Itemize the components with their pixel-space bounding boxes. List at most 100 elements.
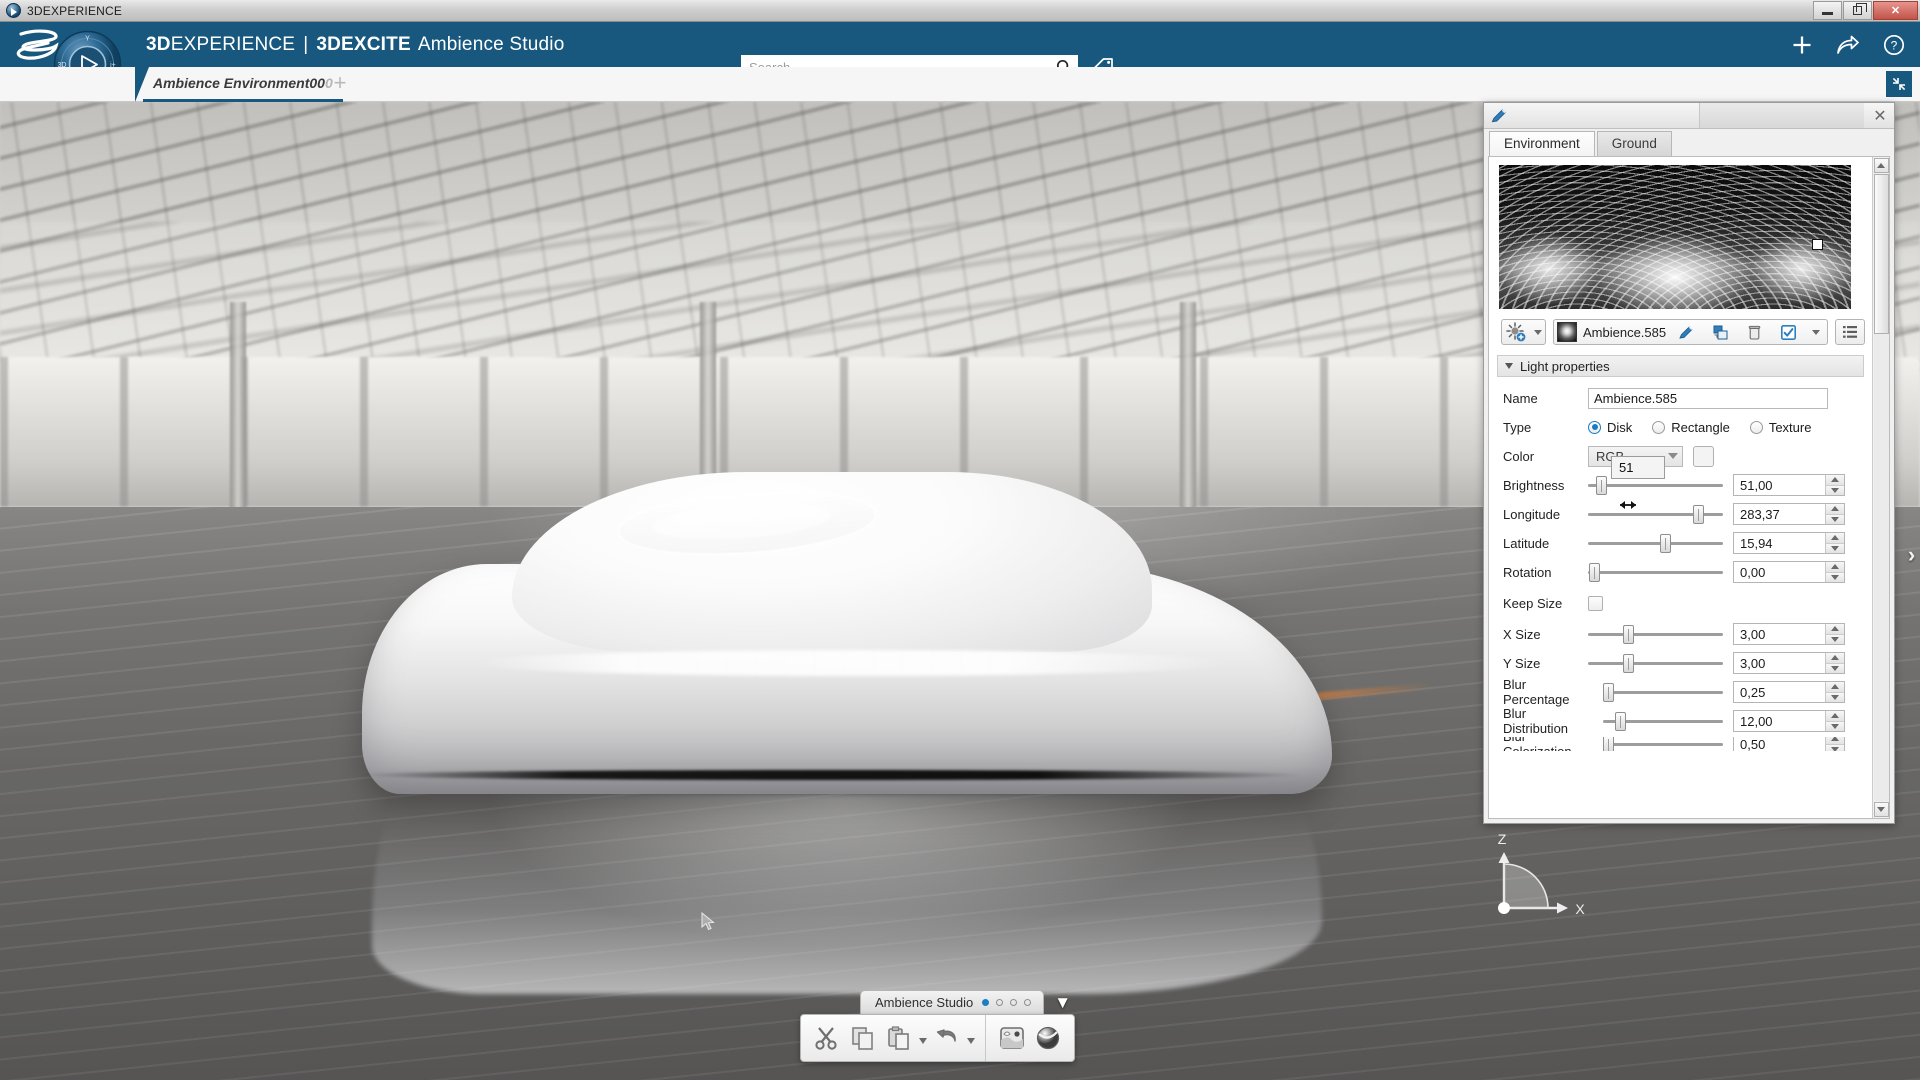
name-field[interactable] <box>1588 387 1828 409</box>
y-size-slider[interactable] <box>1588 653 1723 674</box>
latitude-slider-thumb[interactable] <box>1659 533 1671 553</box>
edit-light-button[interactable] <box>1672 320 1700 344</box>
selected-light-row[interactable]: Ambience.585 <box>1553 319 1829 345</box>
undo-button[interactable] <box>929 1018 965 1058</box>
light-properties-section-header[interactable]: Light properties <box>1497 355 1864 377</box>
add-icon[interactable] <box>1790 33 1814 57</box>
delete-light-button[interactable] <box>1740 320 1768 344</box>
add-light-icon[interactable] <box>1502 320 1530 344</box>
chevron-down-icon[interactable]: ▼ <box>1054 994 1071 1011</box>
add-light-caret-icon[interactable] <box>1530 320 1545 344</box>
latitude-increment[interactable] <box>1826 533 1844 543</box>
scrollbar-track[interactable] <box>1873 174 1889 801</box>
brightness-spinner[interactable]: 51,00 <box>1733 474 1845 496</box>
latitude-spinner[interactable]: 15,94 <box>1733 532 1845 554</box>
bottom-bar-dot-3[interactable] <box>1010 999 1018 1006</box>
collapse-panel-button[interactable] <box>1886 71 1912 97</box>
copy-button[interactable] <box>845 1018 881 1058</box>
blur-percentage-decrement[interactable] <box>1826 691 1844 702</box>
light-position-marker[interactable] <box>1812 239 1823 250</box>
list-view-icon[interactable] <box>1836 320 1864 344</box>
brightness-increment[interactable] <box>1826 475 1844 485</box>
share-icon[interactable] <box>1836 33 1860 57</box>
blur-percentage-slider-thumb[interactable] <box>1603 682 1614 702</box>
document-tab-ambience-environment[interactable]: Ambience Environment00 0 <box>143 67 343 102</box>
material-button[interactable] <box>1030 1018 1066 1058</box>
x-size-slider-thumb[interactable] <box>1623 624 1635 644</box>
tab-environment[interactable]: Environment <box>1489 131 1595 156</box>
rotation-increment[interactable] <box>1826 562 1844 572</box>
paste-button[interactable] <box>881 1018 917 1058</box>
brightness-slider-thumb[interactable] <box>1596 475 1608 495</box>
blur-distribution-increment[interactable] <box>1826 711 1844 721</box>
rotation-slider[interactable] <box>1588 562 1723 583</box>
blur-colorization-spinner[interactable]: 0,50 <box>1733 737 1845 751</box>
longitude-slider-thumb[interactable] <box>1693 504 1705 524</box>
bottom-bar-dot-2[interactable] <box>996 999 1004 1006</box>
pencil-icon[interactable] <box>1484 103 1514 129</box>
radio-texture[interactable]: Texture <box>1749 420 1811 435</box>
minimize-button[interactable] <box>1813 1 1842 20</box>
rotation-decrement[interactable] <box>1826 571 1844 582</box>
tab-ground[interactable]: Ground <box>1596 131 1672 156</box>
cut-button[interactable] <box>809 1018 845 1058</box>
close-icon[interactable]: ✕ <box>1870 106 1890 126</box>
environment-button[interactable] <box>994 1018 1030 1058</box>
svg-text:Y: Y <box>85 36 90 43</box>
panel-vertical-scrollbar[interactable] <box>1872 157 1889 818</box>
x-size-slider[interactable] <box>1588 624 1723 645</box>
radio-disk[interactable]: Disk <box>1588 420 1632 435</box>
brightness-decrement[interactable] <box>1826 484 1844 495</box>
blur-percentage-increment[interactable] <box>1826 682 1844 692</box>
rotation-slider-thumb[interactable] <box>1589 562 1601 582</box>
blur-colorization-slider-thumb[interactable] <box>1603 737 1614 751</box>
x-size-spinner[interactable]: 3,00 <box>1733 623 1845 645</box>
radio-rectangle[interactable]: Rectangle <box>1652 420 1730 435</box>
latitude-decrement[interactable] <box>1826 542 1844 553</box>
restore-button[interactable] <box>1843 1 1872 20</box>
add-tab-button[interactable]: + <box>330 72 350 94</box>
close-button[interactable]: ✕ <box>1873 1 1918 20</box>
blur-colorization-decrement[interactable] <box>1826 743 1844 751</box>
expand-panel-chevron[interactable]: › <box>1903 540 1920 570</box>
scrollbar-thumb[interactable] <box>1873 174 1889 334</box>
keep-size-checkbox[interactable] <box>1588 595 1603 611</box>
blur-percentage-spinner[interactable]: 0,25 <box>1733 681 1845 703</box>
blur-distribution-decrement[interactable] <box>1826 720 1844 731</box>
car-model[interactable] <box>352 454 1352 994</box>
color-swatch-button[interactable] <box>1693 445 1714 467</box>
paste-options-caret[interactable] <box>917 1018 929 1058</box>
environment-hdr-preview[interactable] <box>1499 165 1851 309</box>
car-reflection-highlight <box>492 794 1192 944</box>
scroll-down-button[interactable] <box>1873 802 1889 817</box>
app-title: 3D EXPERIENCE | 3DEXCITE Ambience Studio <box>146 22 565 67</box>
bottom-bar-dot-4[interactable] <box>1024 999 1032 1006</box>
blur-colorization-slider[interactable] <box>1603 737 1723 751</box>
help-icon[interactable]: ? <box>1882 33 1906 57</box>
x-size-decrement[interactable] <box>1826 633 1844 644</box>
blur-distribution-slider-thumb[interactable] <box>1615 711 1626 731</box>
y-size-spinner[interactable]: 3,00 <box>1733 652 1845 674</box>
blur-percentage-slider[interactable] <box>1603 682 1723 703</box>
y-size-decrement[interactable] <box>1826 662 1844 673</box>
y-size-slider-thumb[interactable] <box>1623 653 1635 673</box>
undo-options-caret[interactable] <box>965 1018 977 1058</box>
rotation-spinner[interactable]: 0,00 <box>1733 561 1845 583</box>
longitude-spinner[interactable]: 283,37 <box>1733 503 1845 525</box>
longitude-increment[interactable] <box>1826 504 1844 514</box>
chevron-down-icon <box>1668 453 1678 459</box>
bottom-bar-dot-1[interactable] <box>982 999 990 1006</box>
x-size-increment[interactable] <box>1826 624 1844 634</box>
blur-distribution-spinner[interactable]: 12,00 <box>1733 710 1845 732</box>
bottom-bar-app-tab[interactable]: Ambience Studio <box>860 990 1045 1014</box>
longitude-slider[interactable] <box>1588 504 1723 525</box>
longitude-decrement[interactable] <box>1826 513 1844 524</box>
y-size-increment[interactable] <box>1826 653 1844 663</box>
latitude-slider[interactable] <box>1588 533 1723 554</box>
toggle-light-button[interactable] <box>1774 320 1802 344</box>
light-options-caret-icon[interactable] <box>1808 320 1823 344</box>
scroll-up-button[interactable] <box>1873 158 1889 173</box>
os-titlebar-left: 3DEXPERIENCE <box>0 3 122 18</box>
blur-distribution-slider[interactable] <box>1603 711 1723 732</box>
duplicate-light-button[interactable] <box>1706 320 1734 344</box>
